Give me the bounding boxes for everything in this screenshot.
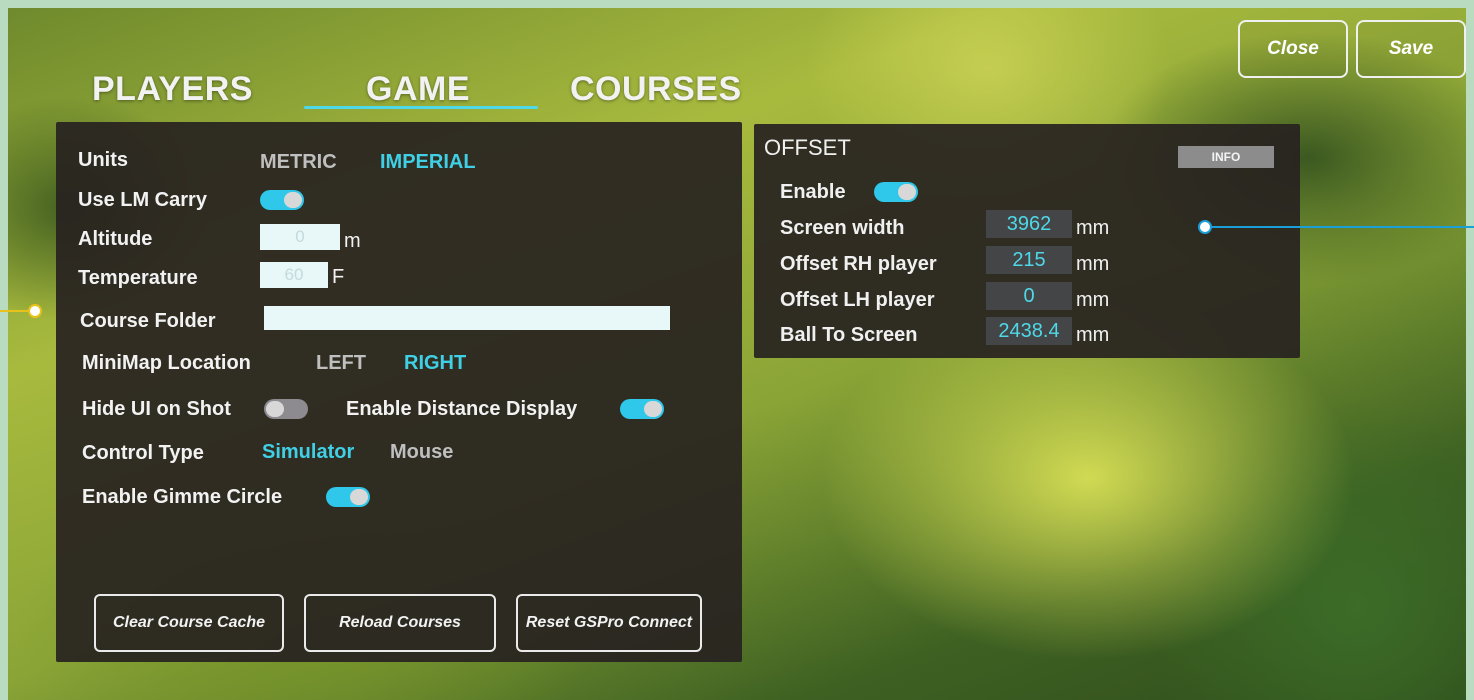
gimme-circle-label: Enable Gimme Circle (82, 486, 283, 508)
gimme-circle-toggle[interactable] (326, 487, 370, 507)
units-label: Units (78, 149, 128, 171)
tab-game[interactable]: GAME (366, 70, 470, 109)
tab-players[interactable]: PLAYERS (92, 70, 253, 109)
left-marker-line (0, 310, 30, 312)
offset-title: OFFSET (764, 135, 851, 160)
hide-ui-on-shot-label: Hide UI on Shot (82, 398, 231, 420)
right-marker-dot (1198, 220, 1212, 234)
left-marker-dot (28, 304, 42, 318)
altitude-label: Altitude (78, 228, 153, 250)
screen-width-unit: mm (1076, 217, 1110, 239)
reset-gspro-connect-button[interactable]: Reset GSPro Connect (516, 594, 702, 652)
ball-to-screen-label: Ball To Screen (780, 324, 918, 346)
course-folder-input[interactable] (264, 306, 670, 330)
right-marker-line (1210, 226, 1474, 228)
info-button[interactable]: INFO (1178, 146, 1274, 168)
control-simulator-option[interactable]: Simulator (262, 441, 354, 464)
screen-width-label: Screen width (780, 217, 905, 239)
offset-rh-label: Offset RH player (780, 253, 937, 275)
use-lm-carry-toggle[interactable] (260, 190, 304, 210)
altitude-unit: m (344, 230, 361, 252)
use-lm-carry-label: Use LM Carry (78, 189, 207, 211)
distance-display-toggle[interactable] (620, 399, 664, 419)
save-button[interactable]: Save (1356, 20, 1466, 78)
offset-rh-unit: mm (1076, 253, 1110, 275)
offset-rh-input[interactable]: 215 (986, 246, 1072, 274)
tab-courses[interactable]: COURSES (570, 70, 742, 109)
course-folder-label: Course Folder (80, 310, 216, 332)
offset-lh-label: Offset LH player (780, 289, 935, 311)
offset-enable-toggle[interactable] (874, 182, 918, 202)
clear-course-cache-button[interactable]: Clear Course Cache (94, 594, 284, 652)
control-mouse-option[interactable]: Mouse (390, 441, 453, 464)
ball-to-screen-unit: mm (1076, 324, 1110, 346)
units-imperial-option[interactable]: IMPERIAL (380, 151, 476, 174)
control-type-label: Control Type (82, 442, 204, 464)
ball-to-screen-input[interactable]: 2438.4 (986, 317, 1072, 345)
active-tab-underline (304, 106, 538, 109)
close-button[interactable]: Close (1238, 20, 1348, 78)
screen-width-input[interactable]: 3962 (986, 210, 1072, 238)
minimap-location-label: MiniMap Location (82, 352, 251, 374)
reload-courses-button[interactable]: Reload Courses (304, 594, 496, 652)
temperature-label: Temperature (78, 267, 198, 289)
offset-lh-input[interactable]: 0 (986, 282, 1072, 310)
temperature-input[interactable]: 60 (260, 262, 328, 288)
offset-lh-unit: mm (1076, 289, 1110, 311)
units-metric-option[interactable]: METRIC (260, 151, 337, 174)
offset-enable-label: Enable (780, 181, 846, 203)
minimap-left-option[interactable]: LEFT (316, 352, 366, 375)
game-settings-screen: PLAYERS GAME COURSES Close Save Units ME… (8, 8, 1466, 700)
altitude-input[interactable]: 0 (260, 224, 340, 250)
minimap-right-option[interactable]: RIGHT (404, 352, 466, 375)
hide-ui-on-shot-toggle[interactable] (264, 399, 308, 419)
temperature-unit: F (332, 266, 345, 288)
distance-display-label: Enable Distance Display (346, 398, 578, 420)
